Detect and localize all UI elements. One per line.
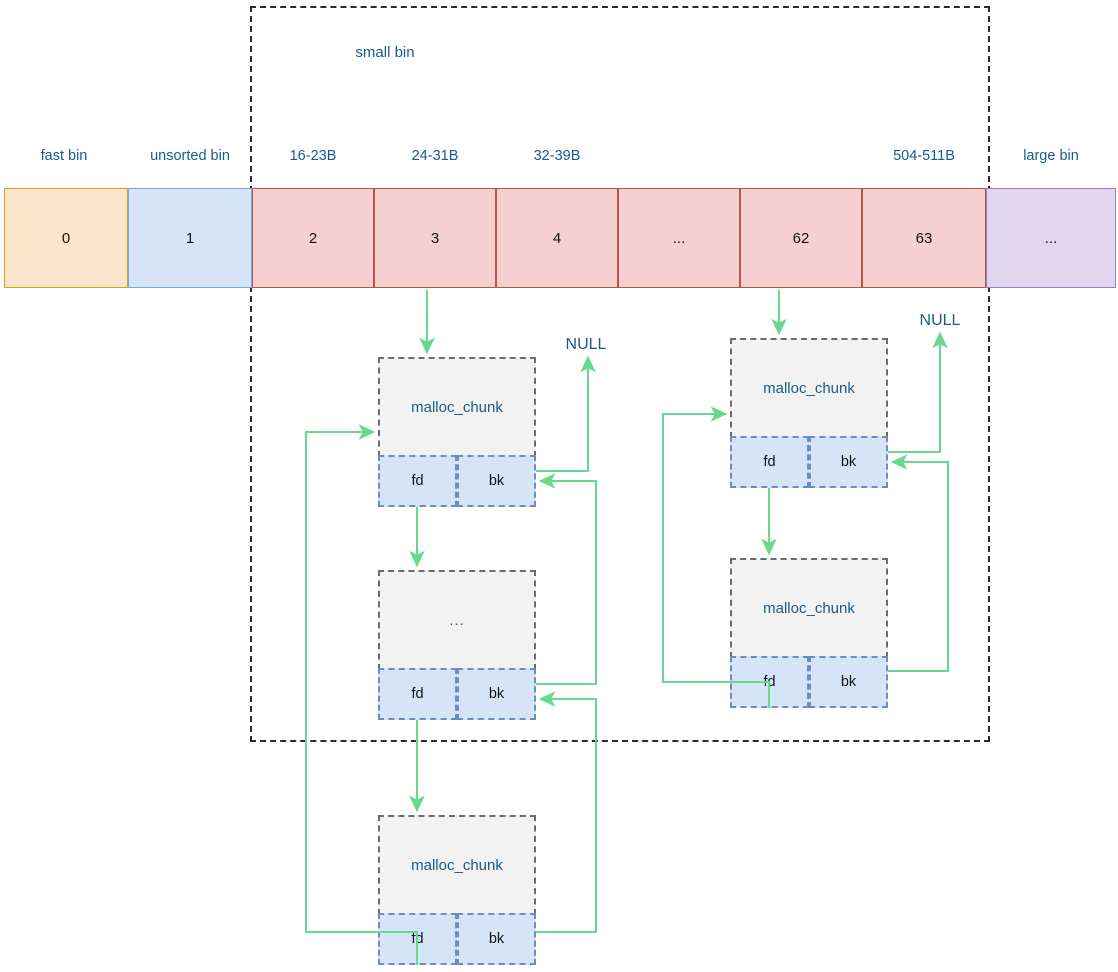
chunk-left-1-bk[interactable]: bk [457,455,536,507]
small-bin-group-label: small bin [355,44,415,61]
chunk-right-2-fd[interactable]: fd [730,656,809,708]
chunk-left-3-body[interactable]: malloc_chunk [378,815,536,915]
chunk-right-1-bk[interactable]: bk [809,436,888,488]
diagram-canvas: small bin fast bin unsorted bin 16-23B 2… [0,0,1118,972]
null-label-right: NULL [919,312,961,329]
chunk-left-1-fd[interactable]: fd [378,455,457,507]
chunk-right-1-fd[interactable]: fd [730,436,809,488]
bin-cell-2[interactable]: 2 [252,188,374,288]
bin-cell-3[interactable]: 3 [374,188,496,288]
bin-cell-63[interactable]: 63 [862,188,986,288]
header-unsorted-bin: unsorted bin [150,148,230,164]
header-size-24-31: 24-31B [411,148,459,164]
chunk-left-2-body[interactable]: ... [378,570,536,670]
chunk-left-1-body[interactable]: malloc_chunk [378,357,536,457]
bin-cell-4[interactable]: 4 [496,188,618,288]
bin-cell-0[interactable]: 0 [4,188,128,288]
bin-cell-62[interactable]: 62 [740,188,862,288]
header-size-32-39: 32-39B [533,148,581,164]
chunk-right-1-body[interactable]: malloc_chunk [730,338,888,438]
chunk-left-3-fd[interactable]: fd [378,913,457,965]
chunk-left-2-bk[interactable]: bk [457,668,536,720]
bin-cell-large-ellipsis[interactable]: ... [986,188,1116,288]
chunk-left-3-bk[interactable]: bk [457,913,536,965]
chunk-left-2-fd[interactable]: fd [378,668,457,720]
chunk-right-2-body[interactable]: malloc_chunk [730,558,888,658]
chunk-right-2-bk[interactable]: bk [809,656,888,708]
header-large-bin: large bin [1023,148,1079,164]
bin-cell-1[interactable]: 1 [128,188,252,288]
header-fast-bin: fast bin [40,148,88,164]
bin-cell-ellipsis[interactable]: ... [618,188,740,288]
header-size-16-23: 16-23B [289,148,337,164]
header-size-504-511: 504-511B [893,148,955,164]
null-label-left: NULL [565,336,607,353]
